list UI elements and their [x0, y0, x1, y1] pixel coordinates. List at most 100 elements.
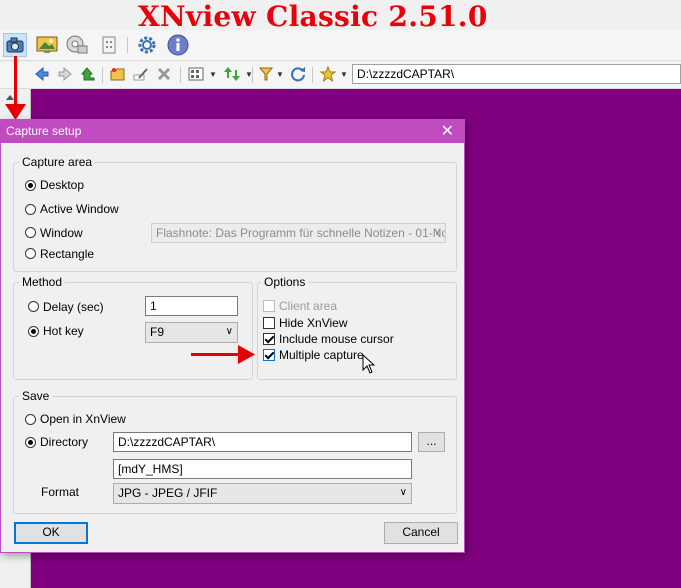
annotation-arrow-head — [5, 104, 26, 120]
toolbar-separator — [312, 67, 313, 83]
settings-icon — [138, 36, 156, 54]
include-cursor-checkbox[interactable] — [263, 333, 275, 345]
batch-convert-button[interactable] — [97, 33, 121, 57]
dialog-title-bar: Capture setup ✕ — [1, 120, 464, 143]
view-mode-button[interactable] — [186, 64, 206, 84]
include-cursor-label: Include mouse cursor — [279, 332, 394, 346]
desktop-radio[interactable] — [25, 180, 36, 191]
mouse-cursor-icon — [362, 354, 376, 374]
refresh-button[interactable] — [288, 64, 308, 84]
toolbar-separator — [252, 67, 253, 83]
slideshow-button[interactable] — [65, 33, 89, 57]
format-select[interactable]: JPG - JPEG / JFIF ∨ — [113, 483, 412, 504]
delay-radio[interactable] — [28, 301, 39, 312]
hide-xnview-checkbox[interactable] — [263, 317, 275, 329]
annotation-arrow-line — [191, 353, 241, 356]
rectangle-label: Rectangle — [40, 247, 95, 261]
hotkey-label: Hot key — [43, 324, 84, 338]
wallpaper-button[interactable] — [35, 33, 59, 57]
rename-button[interactable] — [131, 64, 151, 84]
arrow-up-icon — [81, 67, 95, 81]
delay-label: Delay (sec) — [43, 300, 104, 314]
arrow-left-icon — [35, 67, 49, 81]
multiple-capture-checkbox[interactable] — [263, 349, 275, 361]
arrow-right-icon — [58, 67, 72, 81]
navigation-toolbar: ▼ ▼ ▼ ▼ D:\zzzzdCAPTAR\ — [0, 62, 681, 89]
close-icon[interactable]: ✕ — [441, 121, 454, 141]
capture-icon — [6, 37, 24, 53]
window-select-value: Flashnote: Das Programm für schnelle Not… — [156, 226, 446, 240]
wallpaper-icon — [36, 36, 58, 53]
new-folder-button[interactable] — [108, 64, 128, 84]
open-in-xnview-radio[interactable] — [25, 414, 36, 425]
hotkey-radio[interactable] — [28, 326, 39, 337]
chevron-down-icon[interactable]: ▼ — [209, 70, 217, 79]
window-radio[interactable] — [25, 227, 36, 238]
new-folder-icon — [110, 68, 125, 81]
annotation-arrow-head — [238, 345, 255, 364]
about-icon — [167, 34, 189, 56]
hide-xnview-label: Hide XnView — [279, 316, 348, 330]
desktop-label: Desktop — [40, 178, 85, 192]
forward-button[interactable] — [55, 64, 75, 84]
open-in-xnview-label: Open in XnView — [40, 412, 126, 426]
capture-button[interactable] — [3, 33, 27, 57]
ok-button[interactable]: OK — [14, 522, 88, 544]
active-window-radio[interactable] — [25, 204, 36, 215]
delay-input[interactable]: 1 — [145, 296, 238, 316]
star-icon — [320, 66, 336, 82]
favorites-button[interactable] — [318, 64, 338, 84]
chevron-down-icon: ∨ — [225, 326, 233, 337]
format-select-value: JPG - JPEG / JFIF — [118, 486, 218, 500]
settings-button[interactable] — [135, 33, 159, 57]
directory-input[interactable]: D:\zzzzdCAPTAR\ — [113, 432, 412, 452]
cancel-button[interactable]: Cancel — [384, 522, 458, 544]
delete-icon — [157, 67, 171, 81]
chevron-down-icon[interactable]: ▼ — [340, 70, 348, 79]
directory-label: Directory — [40, 435, 89, 449]
multiple-capture-label: Multiple capture — [279, 348, 364, 362]
options-label: Options — [261, 275, 309, 289]
sort-icon — [224, 67, 240, 81]
active-window-label: Active Window — [40, 202, 119, 216]
options-group — [257, 282, 457, 380]
thumbnails-icon — [188, 67, 204, 81]
toolbar-separator — [102, 67, 103, 83]
chevron-down-icon: ∨ — [399, 487, 407, 498]
filter-button[interactable] — [256, 64, 276, 84]
main-toolbar — [0, 30, 681, 61]
app-title: XNview Classic 2.51.0 — [138, 0, 488, 33]
slideshow-icon — [66, 35, 88, 54]
window-select[interactable]: Flashnote: Das Programm für schnelle Not… — [151, 223, 446, 243]
sort-button[interactable] — [222, 64, 242, 84]
capture-setup-dialog: Capture setup ✕ Capture area Desktop Act… — [0, 119, 465, 553]
method-label: Method — [19, 275, 66, 289]
filter-icon — [259, 67, 273, 81]
dialog-title: Capture setup — [6, 124, 82, 138]
hotkey-select[interactable]: F9 ∨ — [145, 322, 238, 343]
up-folder-button[interactable] — [78, 64, 98, 84]
toolbar-separator — [180, 67, 181, 83]
delete-button[interactable] — [154, 64, 174, 84]
back-button[interactable] — [32, 64, 52, 84]
capture-area-label: Capture area — [19, 155, 96, 169]
directory-radio[interactable] — [25, 437, 36, 448]
hotkey-select-value: F9 — [150, 325, 165, 339]
about-button[interactable] — [166, 33, 190, 57]
rectangle-radio[interactable] — [25, 248, 36, 259]
format-label: Format — [41, 485, 80, 499]
annotation-arrow-line — [14, 56, 17, 108]
chevron-down-icon: ∨ — [433, 227, 441, 238]
window-label: Window — [40, 226, 83, 240]
filename-pattern-input[interactable]: [mdY_HMS] — [113, 459, 412, 479]
refresh-icon — [291, 67, 305, 82]
client-area-checkbox[interactable] — [263, 300, 275, 312]
browse-button[interactable]: ... — [418, 432, 445, 452]
client-area-label: Client area — [279, 299, 338, 313]
rename-icon — [133, 68, 148, 81]
toolbar-separator — [127, 37, 128, 53]
chevron-down-icon[interactable]: ▼ — [276, 70, 284, 79]
save-label: Save — [19, 389, 53, 403]
address-bar[interactable]: D:\zzzzdCAPTAR\ — [352, 64, 681, 84]
batch-convert-icon — [102, 36, 116, 54]
